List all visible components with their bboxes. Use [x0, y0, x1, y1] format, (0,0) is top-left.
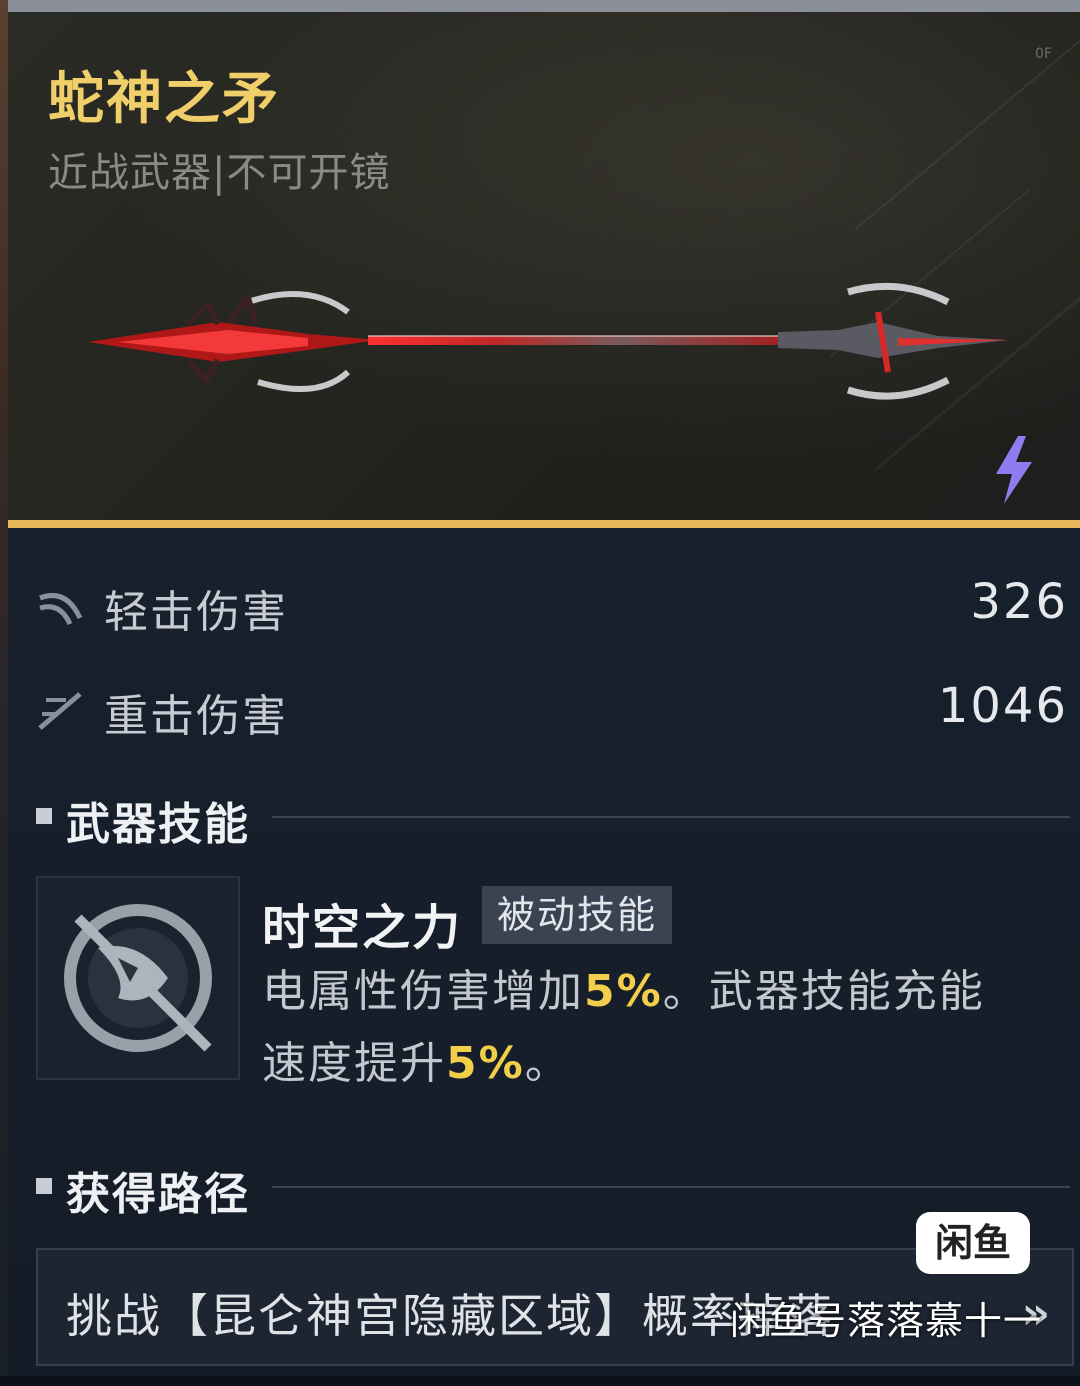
rarity-bar: [8, 520, 1080, 528]
heavy-attack-icon: [38, 692, 82, 730]
section-divider: [272, 1186, 1070, 1188]
weapon-hero: 蛇神之矛 近战武器|不可开镜 0F: [8, 12, 1080, 520]
watermark-text: 闲鱼号落落慕十一: [730, 1299, 1043, 1343]
skill-icon-frame[interactable]: [36, 876, 240, 1080]
skill-name: 时空之力: [262, 900, 463, 956]
source-text: 挑战【昆仑神宫隐藏区域】概率掉落: [66, 1289, 834, 1343]
bottom-strip: [0, 1376, 1080, 1386]
weapon-name: 蛇神之矛: [48, 67, 280, 132]
light-attack-icon: [39, 593, 83, 626]
section-divider: [272, 816, 1070, 818]
skill-description: 电属性伤害增加5%。武器技能充能速度提升5%。: [262, 956, 1022, 1100]
desc-text: 电属性伤害增加: [262, 966, 584, 1017]
section-bullet: [36, 1178, 52, 1194]
stat-label: 轻击伤害: [104, 587, 288, 638]
hero-tag: 0F: [1035, 46, 1052, 62]
top-strip: [0, 0, 1080, 12]
stat-value: 1046: [937, 678, 1068, 734]
weapon-type: 近战武器|不可开镜: [48, 150, 391, 196]
desc-highlight: 5%: [446, 1038, 525, 1089]
weapon-image: [88, 282, 1008, 400]
spacetime-skill-icon: [64, 904, 212, 1052]
section-header-source: 获得路径: [36, 1156, 1076, 1220]
section-title: 武器技能: [66, 799, 250, 850]
skill-type-badge: 被动技能: [482, 886, 672, 944]
desc-highlight: 5%: [584, 966, 663, 1017]
section-title: 获得路径: [66, 1169, 250, 1220]
section-header-skill: 武器技能: [36, 786, 1076, 850]
stat-label: 重击伤害: [104, 691, 288, 742]
electric-element-icon: [996, 436, 1032, 504]
watermark-logo: 闲鱼: [916, 1212, 1030, 1274]
stat-value: 326: [970, 574, 1068, 630]
desc-text: 。: [524, 1038, 571, 1089]
stat-row-heavy-attack: 重击伤害 1046: [36, 674, 1068, 744]
left-edge-decoration: [0, 0, 8, 1386]
section-bullet: [36, 808, 52, 824]
stat-row-light-attack: 轻击伤害 326: [36, 570, 1068, 640]
hero-stripe: [854, 35, 1080, 231]
